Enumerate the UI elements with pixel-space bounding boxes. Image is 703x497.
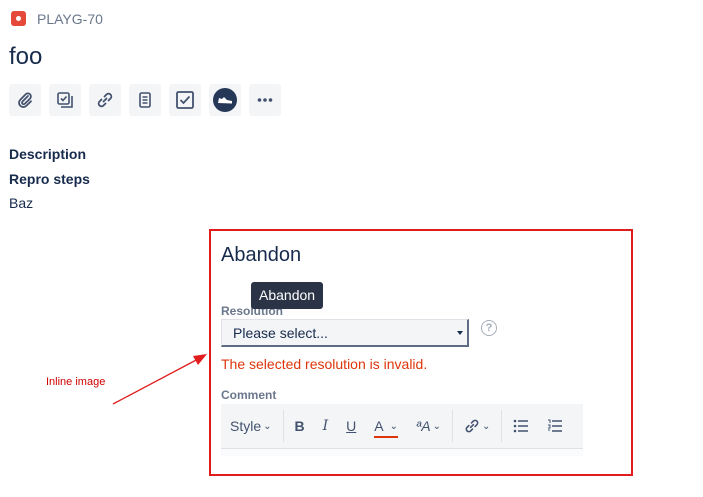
- chevron-down-icon: ⌄: [389, 420, 399, 432]
- abandon-tooltip: Abandon: [251, 282, 324, 309]
- text-color-icon: A: [374, 418, 384, 434]
- resolution-select-value: Please select...: [233, 324, 328, 341]
- issue-title[interactable]: foo: [9, 42, 42, 72]
- comment-editor-toolbar: Style ⌄ B I U A ⌄ ªA ⌄ ⌄: [221, 404, 583, 449]
- numbered-list-icon: [548, 419, 563, 432]
- bold-button[interactable]: B: [286, 404, 314, 448]
- style-label: Style: [230, 418, 262, 434]
- repro-steps-heading: Repro steps: [9, 171, 90, 187]
- text-effects-icon: ªA: [416, 418, 431, 434]
- bullet-list-button[interactable]: [504, 404, 538, 448]
- chevron-down-icon: ⌄: [263, 420, 272, 432]
- underline-button[interactable]: U: [337, 404, 365, 448]
- help-icon[interactable]: ?: [481, 320, 497, 336]
- link-issue-button[interactable]: [89, 84, 121, 116]
- toolbar-divider: [501, 410, 503, 442]
- comment-editor-area[interactable]: [221, 449, 583, 456]
- resolution-error: The selected resolution is invalid.: [221, 356, 428, 372]
- more-actions-button[interactable]: [249, 84, 281, 116]
- numbered-list-button[interactable]: [538, 404, 572, 448]
- paperclip-icon: [18, 92, 32, 108]
- add-subtask-button[interactable]: [49, 84, 81, 116]
- comment-label: Comment: [221, 388, 277, 402]
- subtask-icon: [57, 92, 73, 108]
- text-effects-button[interactable]: ªA ⌄: [407, 404, 450, 448]
- bug-issue-type-icon: [11, 11, 26, 26]
- link-icon: [465, 419, 479, 433]
- page-icon: [139, 92, 151, 108]
- app-button[interactable]: [209, 84, 241, 116]
- repro-steps-text[interactable]: Baz: [9, 195, 33, 211]
- toolbar-divider: [282, 410, 284, 442]
- issue-key-link[interactable]: PLAYG-70: [37, 11, 103, 27]
- resolution-select[interactable]: Please select...: [221, 319, 469, 347]
- more-icon: [257, 98, 273, 102]
- add-page-button[interactable]: [129, 84, 161, 116]
- chevron-down-icon: ⌄: [481, 420, 491, 432]
- checkbox-icon: [176, 91, 194, 109]
- description-heading: Description: [9, 146, 87, 162]
- attach-button[interactable]: [9, 84, 41, 116]
- toolbar-divider: [451, 410, 453, 442]
- issue-action-toolbar: [9, 84, 281, 116]
- sneaker-icon: [213, 88, 237, 112]
- bullet-list-icon: [514, 419, 529, 433]
- style-dropdown[interactable]: Style ⌄: [221, 404, 281, 448]
- text-color-button[interactable]: A ⌄: [365, 404, 407, 448]
- chevron-down-icon: ⌄: [432, 420, 441, 432]
- insert-link-button[interactable]: ⌄: [455, 404, 499, 448]
- link-icon: [97, 92, 113, 108]
- italic-button[interactable]: I: [314, 404, 338, 448]
- checklist-button[interactable]: [169, 84, 201, 116]
- inline-image-caption: Inline image: [46, 376, 106, 388]
- select-caret-icon: [457, 330, 463, 335]
- dialog-title: Abandon: [221, 244, 302, 266]
